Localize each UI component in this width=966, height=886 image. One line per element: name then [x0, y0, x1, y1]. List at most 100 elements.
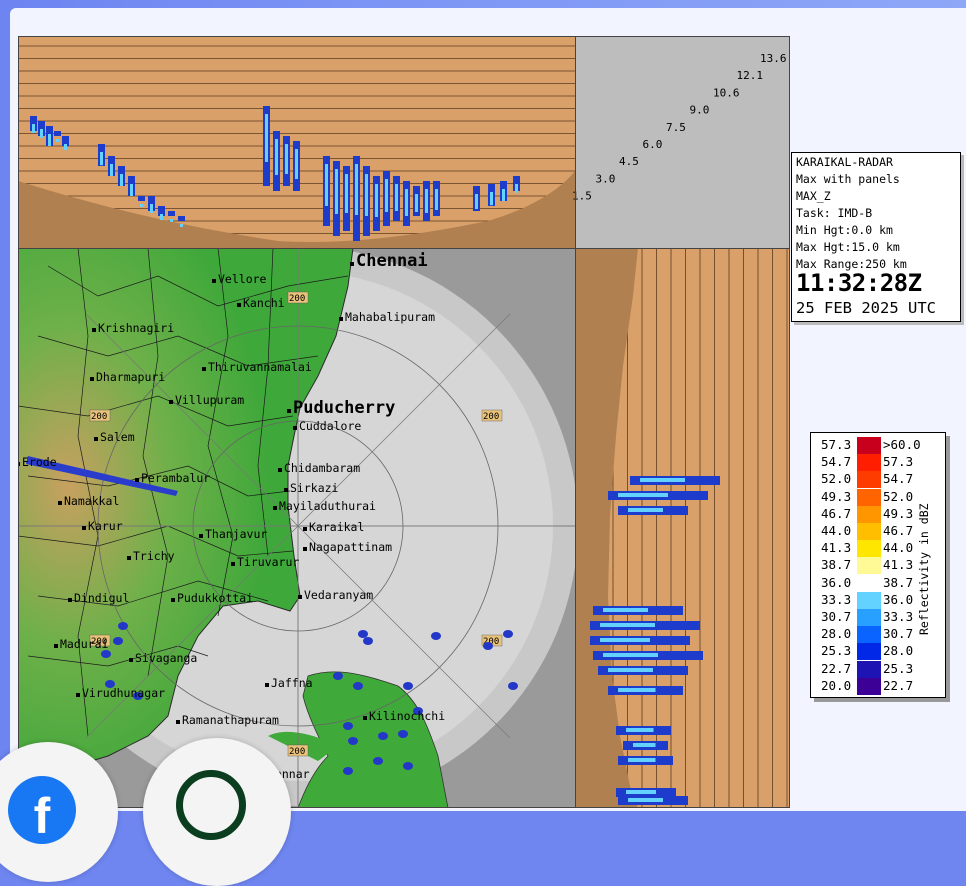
- place-marker: [350, 262, 354, 266]
- place-label: Karur: [88, 519, 123, 533]
- top-echo: [138, 196, 145, 201]
- legend-swatch: [857, 591, 881, 609]
- place-marker: [127, 556, 131, 560]
- legend-row: 52.0 54.7: [811, 471, 941, 489]
- map-echo: [373, 757, 383, 765]
- map-echo: [398, 730, 408, 738]
- map-echo: [508, 682, 518, 690]
- top-echo-core: [365, 174, 368, 216]
- place-marker: [202, 367, 206, 371]
- place-marker: [237, 303, 241, 307]
- place-label: Thanjavur: [205, 527, 267, 541]
- place-label: Kanchi: [243, 296, 285, 310]
- side-echo-core: [628, 508, 663, 512]
- height-scale-label: 4.5: [619, 155, 639, 168]
- legend-low-value: 52.0: [821, 471, 852, 487]
- observation-date: 25 FEB 2025 UTC: [796, 299, 936, 317]
- legend-swatch: [857, 660, 881, 678]
- place-marker: [287, 409, 291, 413]
- min-height-label: Min Hgt:0.0 km: [796, 223, 893, 237]
- legend-swatch: [857, 557, 881, 575]
- place-marker: [231, 562, 235, 566]
- place-marker: [303, 547, 307, 551]
- side-echo-core: [628, 758, 656, 762]
- place-marker: [339, 317, 343, 321]
- range-label-south: 200: [289, 747, 305, 757]
- legend-swatch: [857, 574, 881, 592]
- legend-low-value: 41.3: [821, 540, 852, 556]
- task-label: Task: IMD-B: [796, 206, 873, 220]
- side-echo-core: [626, 790, 656, 794]
- place-label: Dharmapuri: [96, 370, 165, 384]
- place-marker: [176, 720, 180, 724]
- legend-low-value: 44.0: [821, 523, 852, 538]
- legend-row: 25.3 28.0: [811, 643, 941, 661]
- legend-high-value: 30.7: [883, 626, 914, 642]
- top-echo-core: [150, 204, 153, 213]
- top-echo-core: [405, 189, 408, 216]
- top-echo-core: [160, 214, 163, 220]
- radar-image: 13.6 12.1 10.6 9.0 7.5 6.0 4.5 3.0 1.5 2…: [18, 36, 790, 808]
- place-label: Chennai: [356, 251, 428, 271]
- top-echo-core: [40, 129, 43, 138]
- legend-high-value: 22.7: [883, 677, 914, 693]
- legend-low-value: 54.7: [821, 454, 852, 470]
- radar-station-name: KARAIKAL-RADAR: [796, 155, 893, 169]
- legend-low-value: 20.0: [821, 677, 852, 693]
- top-echo-core: [415, 194, 418, 212]
- place-marker: [94, 437, 98, 441]
- place-label: Trichy: [133, 549, 175, 563]
- legend-high-value: 44.0: [883, 540, 914, 556]
- height-scale-label: 3.0: [596, 172, 616, 185]
- height-scale-label: 7.5: [666, 121, 686, 134]
- top-echo-core: [64, 144, 67, 150]
- top-echo-core: [490, 192, 493, 206]
- place-label: Dindigul: [74, 591, 129, 605]
- legend-low-value: 33.3: [821, 591, 852, 607]
- place-marker: [76, 693, 80, 697]
- top-echo-core: [100, 152, 103, 166]
- legend-high-value: 38.7: [883, 574, 914, 590]
- place-marker: [92, 328, 96, 332]
- top-echo-core: [335, 169, 338, 214]
- top-echo-core: [170, 219, 173, 222]
- place-label: Sirkazi: [290, 481, 339, 495]
- height-scale-label: 9.0: [690, 104, 710, 117]
- legend-low-value: 28.0: [821, 626, 852, 642]
- top-cross-section-panel: [18, 36, 575, 248]
- legend-high-value: >60.0: [883, 437, 921, 452]
- side-echo-core: [603, 653, 658, 657]
- map-echo: [353, 682, 363, 690]
- place-label: Tiruvarur: [237, 555, 299, 569]
- height-scale-label: 12.1: [737, 69, 764, 82]
- place-marker: [265, 683, 269, 687]
- map-echo: [403, 682, 413, 690]
- legend-row: 54.7 57.3: [811, 454, 941, 472]
- legend-title: Reflectivity in dBZ: [917, 503, 931, 635]
- legend-low-value: 30.7: [821, 609, 852, 624]
- top-echo-core: [515, 184, 518, 193]
- legend-swatch: [857, 626, 881, 644]
- legend-high-value: 33.3: [883, 609, 914, 624]
- side-echo-core: [618, 688, 656, 692]
- legend-high-value: 25.3: [883, 660, 914, 676]
- legend-high-value: 57.3: [883, 454, 914, 470]
- place-marker: [278, 468, 282, 472]
- side-echo-core: [608, 668, 653, 672]
- legend-swatch: [857, 643, 881, 661]
- side-echo-core: [600, 623, 655, 627]
- side-echo-core: [618, 493, 668, 497]
- map-echo: [348, 737, 358, 745]
- legend-high-value: 49.3: [883, 505, 914, 521]
- place-marker: [212, 279, 216, 283]
- top-echo: [168, 211, 175, 216]
- legend-swatch: [857, 540, 881, 558]
- top-echo: [178, 216, 185, 221]
- top-echo-core: [120, 174, 123, 186]
- top-echo-core: [325, 164, 328, 206]
- whatsapp-share-button[interactable]: [143, 738, 291, 886]
- top-echo-core: [275, 139, 278, 175]
- place-marker: [129, 658, 133, 662]
- top-echo-core: [130, 184, 133, 196]
- legend-high-value: 52.0: [883, 488, 914, 504]
